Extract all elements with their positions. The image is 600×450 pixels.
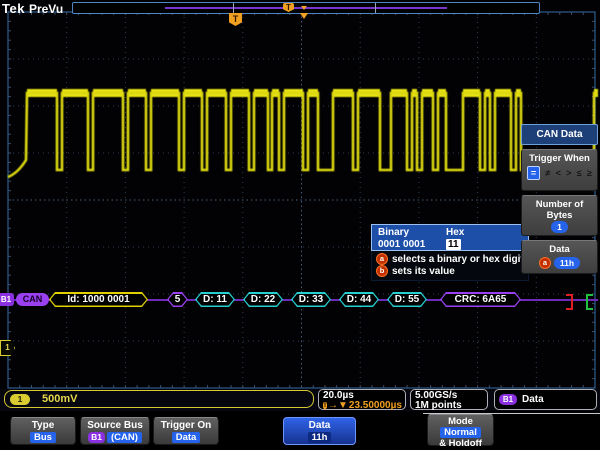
knob-hints: a selects a binary or hex digit b sets i… [371, 251, 529, 281]
trigger-t-icon: T [323, 402, 327, 410]
record-length: 1M points [415, 401, 483, 411]
trigger-position-readout: T→▼23.50000µs [323, 401, 401, 411]
bus-b1-badge[interactable]: B1 [0, 293, 14, 306]
can-waveform [8, 93, 598, 177]
knob-b-icon: b [376, 265, 388, 277]
bus-b1-badge: B1 [499, 394, 517, 405]
knob-a-hint: selects a binary or hex digit [392, 254, 524, 265]
binary-label: Binary [378, 227, 425, 238]
timebase-readout: 20.0µs T→▼23.50000µs [318, 389, 406, 410]
trigger-position-value: 23.50000µs [349, 401, 402, 411]
trigger-when-button[interactable]: Trigger When = ≠ < > ≤ ≥ [521, 149, 598, 191]
readout-bar: 1 500mV 20.0µs T→▼23.50000µs 5.00GS/s 1M… [0, 389, 600, 411]
data-edit-popup: Binary 0001 0001 Hex 11 a selects a bina… [371, 224, 529, 281]
knob-a-icon: a [376, 253, 388, 265]
bus-data-byte: D: 33 [291, 292, 331, 307]
record-tick [233, 3, 234, 13]
bus-start-bracket-icon [586, 294, 593, 310]
channel1-badge: 1 [10, 394, 30, 405]
bus-id-field: Id: 1000 0001 [49, 292, 148, 307]
bus-can-label: CAN [16, 293, 49, 306]
source-bus-button[interactable]: Source Bus B1 (CAN) [80, 417, 150, 445]
bytes-value: 1 [551, 221, 568, 233]
operator-not-equal[interactable]: ≠ [545, 168, 550, 178]
bus-end-bracket-icon [566, 294, 573, 310]
operator-equal[interactable]: = [527, 166, 540, 180]
bus-data-byte: D: 44 [339, 292, 379, 307]
data-button[interactable]: Data 11h [283, 417, 356, 445]
binary-value: 0001 0001 [378, 239, 425, 250]
acquisition-status: PreVu [29, 2, 63, 16]
channel1-readout: 1 500mV [4, 390, 314, 408]
operator-greater-equal[interactable]: ≥ [587, 168, 592, 178]
trigger-arrows-icon: →▼ [328, 401, 348, 411]
trigger-position-icon[interactable] [300, 13, 308, 19]
number-of-bytes-button[interactable]: Number of Bytes 1 [521, 195, 598, 236]
binary-hex-box: Binary 0001 0001 Hex 11 [371, 224, 529, 251]
operator-greater[interactable]: > [566, 168, 571, 178]
trigger-on-button[interactable]: Trigger On Data [153, 417, 219, 445]
mode-button[interactable]: Mode Normal & Holdoff [427, 414, 494, 446]
data-value-button[interactable]: Data a 11h [521, 240, 598, 274]
operator-less-equal[interactable]: ≤ [577, 168, 582, 178]
knob-b-hint: sets its value [392, 266, 455, 277]
acquisition-readout: 5.00GS/s 1M points [410, 389, 488, 410]
channel1-scale: 500mV [42, 393, 77, 405]
record-tick [375, 3, 376, 13]
bus-readout: B1 Data [494, 389, 597, 410]
hex-value-selected[interactable]: 11 [446, 239, 461, 250]
expansion-marker-icon [301, 6, 307, 10]
bus-crc-field: CRC: 6A65 [440, 292, 521, 307]
tek-logo: Tek [2, 1, 25, 16]
knob-a-icon: a [539, 257, 551, 269]
bus-data-byte: D: 22 [243, 292, 283, 307]
hex-label: Hex [446, 227, 464, 238]
operator-less[interactable]: < [556, 168, 561, 178]
type-button[interactable]: Type Bus [10, 417, 76, 445]
bus-data-byte: D: 11 [195, 292, 235, 307]
bus-data-byte: D: 55 [387, 292, 427, 307]
data-value: 11h [554, 257, 580, 269]
side-menu-title: CAN Data [521, 124, 598, 145]
oscilloscope-screen: Tek PreVu T T 1 B1 CAN Id: 1000 0001 5 D:… [0, 0, 600, 450]
bus-b1-badge: B1 [88, 432, 105, 443]
bus-readout-label: Data [522, 395, 544, 405]
trigger-t-icon: T [283, 3, 294, 12]
logo-area: Tek PreVu [2, 1, 63, 16]
operator-row: = ≠ < > ≤ ≥ [524, 164, 595, 180]
bottom-menu: Type Bus Source Bus B1 (CAN) Trigger On … [0, 411, 600, 450]
bus-dlc-field: 5 [167, 292, 188, 307]
can-data-side-menu: CAN Data Trigger When = ≠ < > ≤ ≥ Number… [521, 124, 598, 274]
